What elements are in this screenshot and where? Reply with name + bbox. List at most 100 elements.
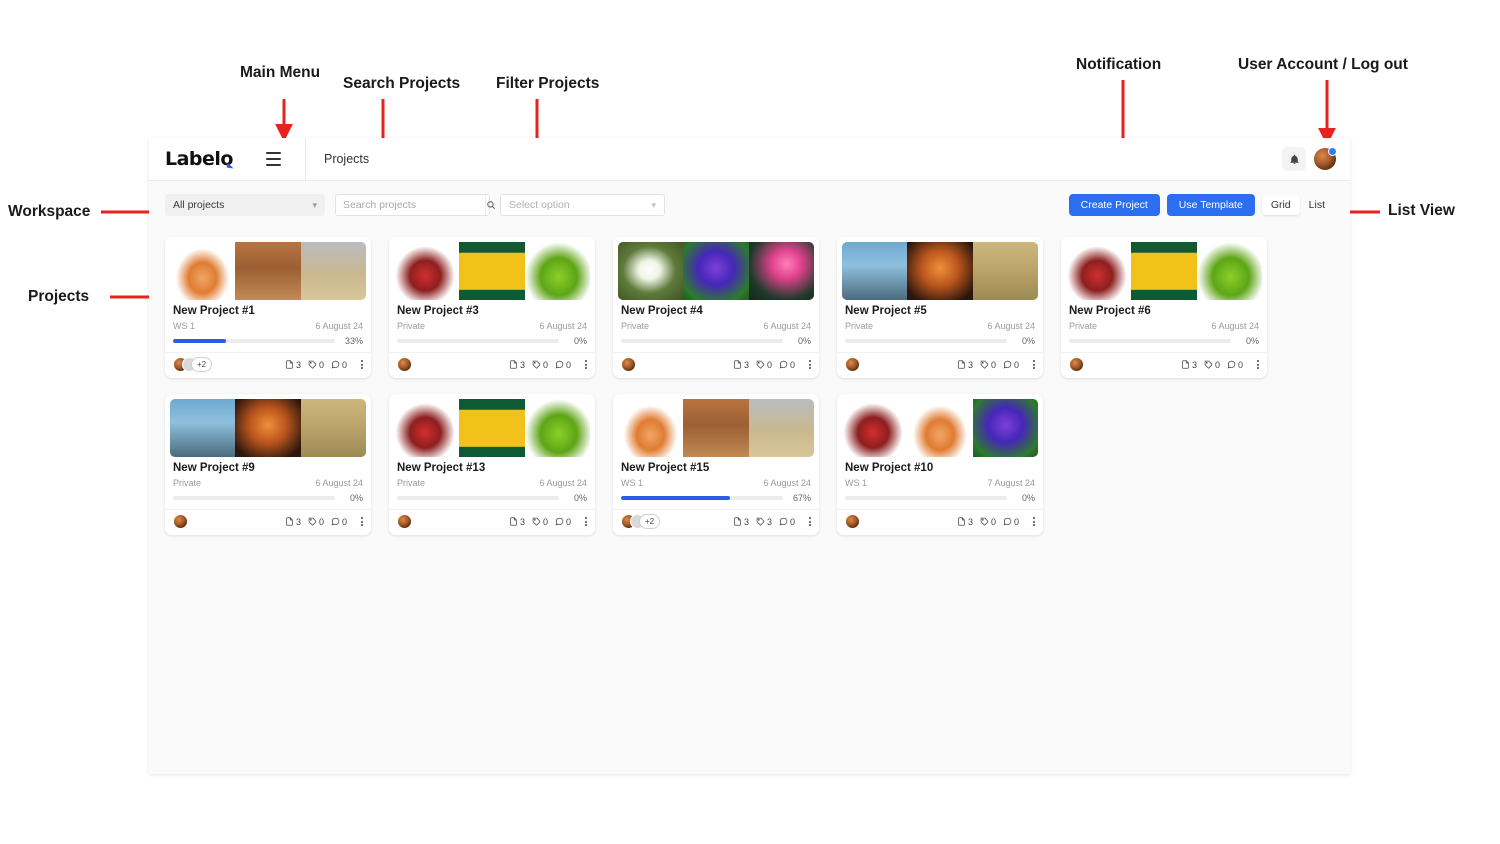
project-card-body: New Project #15 WS 1 6 August 24 67% bbox=[613, 457, 819, 509]
stat-comments: 0 bbox=[331, 360, 347, 370]
project-card[interactable]: New Project #4 Private 6 August 24 0% 3 bbox=[613, 237, 819, 378]
progress-percent-label: 0% bbox=[565, 493, 587, 503]
member-avatar[interactable] bbox=[397, 357, 412, 372]
progress-bar-fill bbox=[173, 339, 226, 343]
member-overflow-count[interactable]: +2 bbox=[639, 514, 660, 529]
project-progress: 33% bbox=[173, 336, 363, 346]
search-input[interactable] bbox=[336, 199, 485, 211]
project-visibility: WS 1 bbox=[173, 321, 195, 331]
project-thumbnail-blue-cornflower bbox=[683, 242, 748, 300]
project-stats: 3 0 0 bbox=[509, 517, 587, 527]
create-project-button[interactable]: Create Project bbox=[1069, 194, 1160, 216]
project-thumbnail-dolphin bbox=[842, 242, 907, 300]
project-visibility: Private bbox=[397, 321, 425, 331]
project-progress: 0% bbox=[845, 336, 1035, 346]
project-thumbnails bbox=[618, 242, 814, 300]
stat-comments: 0 bbox=[331, 517, 347, 527]
project-stats: 3 0 0 bbox=[957, 517, 1035, 527]
progress-percent-label: 0% bbox=[1237, 336, 1259, 346]
project-card-footer: 3 0 0 bbox=[837, 352, 1043, 378]
project-date: 7 August 24 bbox=[987, 478, 1035, 488]
progress-bar-track bbox=[621, 339, 783, 343]
breadcrumb[interactable]: Projects bbox=[324, 152, 369, 166]
project-thumbnails bbox=[170, 242, 366, 300]
stat-tags-value: 0 bbox=[543, 517, 548, 527]
kebab-menu-icon[interactable] bbox=[1033, 360, 1035, 369]
project-stats: 3 0 0 bbox=[1181, 360, 1259, 370]
progress-bar-track bbox=[845, 496, 1007, 500]
project-card[interactable]: New Project #6 Private 6 August 24 0% 3 bbox=[1061, 237, 1267, 378]
member-avatar[interactable] bbox=[621, 357, 636, 372]
progress-percent-label: 0% bbox=[789, 336, 811, 346]
project-card-body: New Project #5 Private 6 August 24 0% bbox=[837, 300, 1043, 352]
stat-comments-value: 0 bbox=[790, 360, 795, 370]
bell-icon[interactable] bbox=[1282, 147, 1306, 171]
progress-bar-track bbox=[397, 496, 559, 500]
member-avatar[interactable] bbox=[173, 514, 188, 529]
stat-tags-value: 0 bbox=[767, 360, 772, 370]
kebab-menu-icon[interactable] bbox=[809, 360, 811, 369]
annotation-list-view: List View bbox=[1388, 202, 1455, 220]
project-card[interactable]: New Project #13 Private 6 August 24 0% 3 bbox=[389, 394, 595, 535]
project-thumbnail-leopard bbox=[235, 242, 300, 300]
stat-comments: 0 bbox=[779, 517, 795, 527]
project-card-body: New Project #9 Private 6 August 24 0% bbox=[165, 457, 371, 509]
project-card[interactable]: New Project #3 Private 6 August 24 0% 3 bbox=[389, 237, 595, 378]
project-members bbox=[621, 357, 636, 372]
project-visibility: Private bbox=[173, 478, 201, 488]
filter-select[interactable]: Select option ▾ bbox=[500, 194, 665, 216]
project-thumbnail-bus bbox=[459, 242, 524, 300]
use-template-button[interactable]: Use Template bbox=[1167, 194, 1255, 216]
project-visibility: Private bbox=[621, 321, 649, 331]
kebab-menu-icon[interactable] bbox=[585, 517, 587, 526]
stat-tags-value: 0 bbox=[991, 360, 996, 370]
stat-comments: 0 bbox=[1003, 517, 1019, 527]
member-avatar[interactable] bbox=[845, 357, 860, 372]
project-meta: Private 6 August 24 bbox=[397, 321, 587, 331]
project-title: New Project #9 bbox=[173, 462, 363, 474]
project-card[interactable]: New Project #10 WS 1 7 August 24 0% 3 bbox=[837, 394, 1043, 535]
stat-comments-value: 0 bbox=[1014, 517, 1019, 527]
project-card[interactable]: New Project #15 WS 1 6 August 24 67% +2 bbox=[613, 394, 819, 535]
project-thumbnails bbox=[842, 242, 1038, 300]
project-thumbnail-motorcycle bbox=[842, 399, 907, 457]
search-icon[interactable] bbox=[485, 195, 496, 215]
kebab-menu-icon[interactable] bbox=[361, 360, 363, 369]
member-overflow-count[interactable]: +2 bbox=[191, 357, 212, 372]
workspace-select[interactable]: All projects ▾ bbox=[165, 194, 325, 216]
project-card[interactable]: New Project #5 Private 6 August 24 0% 3 bbox=[837, 237, 1043, 378]
stat-documents: 3 bbox=[285, 517, 301, 527]
project-date: 6 August 24 bbox=[539, 478, 587, 488]
kebab-menu-icon[interactable] bbox=[1033, 517, 1035, 526]
app-logo[interactable]: Labelo bbox=[165, 148, 233, 170]
member-avatar[interactable] bbox=[1069, 357, 1084, 372]
kebab-menu-icon[interactable] bbox=[1257, 360, 1259, 369]
project-thumbnail-bus bbox=[459, 399, 524, 457]
member-avatar[interactable] bbox=[397, 514, 412, 529]
topbar-divider bbox=[305, 138, 306, 181]
project-meta: Private 6 August 24 bbox=[621, 321, 811, 331]
project-meta: WS 1 6 August 24 bbox=[173, 321, 363, 331]
project-card[interactable]: New Project #9 Private 6 August 24 0% 3 bbox=[165, 394, 371, 535]
project-date: 6 August 24 bbox=[987, 321, 1035, 331]
kebab-menu-icon[interactable] bbox=[585, 360, 587, 369]
stat-documents-value: 3 bbox=[520, 517, 525, 527]
project-stats: 3 0 0 bbox=[285, 517, 363, 527]
progress-percent-label: 0% bbox=[341, 493, 363, 503]
member-avatar[interactable] bbox=[845, 514, 860, 529]
project-thumbnail-giraffe bbox=[301, 242, 366, 300]
view-grid-button[interactable]: Grid bbox=[1262, 195, 1300, 215]
kebab-menu-icon[interactable] bbox=[361, 517, 363, 526]
stat-tags: 0 bbox=[532, 360, 548, 370]
avatar[interactable] bbox=[1314, 148, 1336, 170]
hamburger-icon[interactable] bbox=[261, 146, 287, 172]
kebab-menu-icon[interactable] bbox=[809, 517, 811, 526]
search-input-wrapper[interactable] bbox=[335, 194, 490, 216]
view-list-button[interactable]: List bbox=[1300, 195, 1334, 215]
project-card[interactable]: New Project #1 WS 1 6 August 24 33% +2 bbox=[165, 237, 371, 378]
project-card-footer: 3 0 0 bbox=[1061, 352, 1267, 378]
stat-documents-value: 3 bbox=[520, 360, 525, 370]
project-progress: 0% bbox=[845, 493, 1035, 503]
project-members bbox=[397, 357, 412, 372]
progress-bar-track bbox=[1069, 339, 1231, 343]
